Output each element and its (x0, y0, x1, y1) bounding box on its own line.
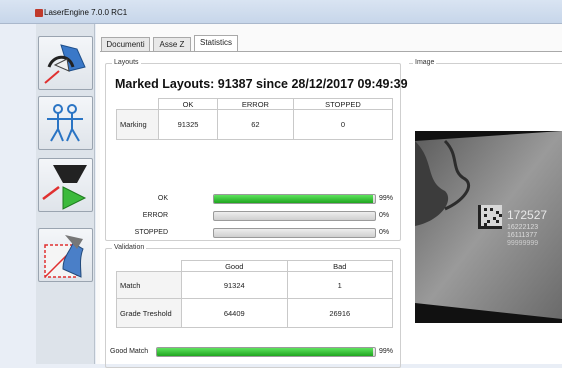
datamatrix-code (478, 205, 502, 229)
marking-stopped-value: 0 (292, 109, 394, 140)
marking-head-button[interactable] (38, 36, 93, 90)
layouts-group: Layouts Marked Layouts: 91387 since 28/1… (105, 59, 408, 241)
grade-bad-value: 26916 (286, 298, 393, 328)
window-title: LaserEngine 7.0.0 RC1 (44, 8, 128, 17)
laser-play-icon (42, 165, 87, 210)
tab-documenti[interactable]: Documenti (101, 37, 150, 51)
progress-bar-ok (213, 194, 376, 204)
code-line-4: 99999999 (507, 240, 538, 247)
bar-label-ok: OK (157, 195, 168, 202)
corner-cell (116, 98, 159, 110)
toolbar (36, 24, 95, 364)
marking-error-value: 62 (217, 109, 294, 140)
laser-start-button[interactable] (38, 158, 93, 212)
camera-image-graphic: 172527 16222123 16111377 99999999 (415, 131, 562, 323)
bar-label-stopped: STOPPED (134, 229, 168, 236)
bar-pct-good-match: 99% (379, 348, 394, 355)
tab-statistics[interactable]: Statistics (194, 35, 238, 51)
layout-editor-icon (44, 235, 84, 278)
grade-good-value: 64409 (181, 298, 288, 328)
bar-label-error: ERROR (142, 212, 168, 219)
row-label-marking: Marking (116, 109, 159, 140)
progress-bar-stopped (213, 228, 376, 238)
left-margin (0, 24, 36, 364)
code-line-3: 16111377 (507, 232, 537, 239)
main-content: Documenti Asse Z Statistics Layouts Mark… (96, 24, 562, 368)
users-button[interactable] (38, 96, 93, 150)
marking-ok-value: 91325 (157, 109, 219, 140)
marking-head-icon (44, 44, 86, 84)
progress-bar-good-match (156, 347, 376, 357)
title-bar: LaserEngine 7.0.0 RC1 (0, 0, 562, 24)
header-good: Good (181, 260, 288, 272)
match-good-value: 91324 (181, 271, 288, 299)
validation-table: Good Bad Match 91324 1 Grade Treshold 64… (116, 260, 393, 328)
validation-legend: Validation (112, 244, 147, 251)
progress-fill-good-match (157, 348, 373, 356)
validation-group: Validation Good Bad Match 91324 1 Grade … (105, 244, 401, 368)
header-ok: OK (157, 98, 219, 110)
app-icon (35, 9, 43, 17)
code-line-2: 16222123 (507, 224, 538, 231)
good-match-label: Good Match (110, 348, 149, 355)
layouts-table: OK ERROR STOPPED Marking 91325 62 0 (116, 98, 394, 140)
image-legend: Image (413, 59, 437, 66)
progress-bar-error (213, 211, 376, 221)
header-bad: Bad (286, 260, 393, 272)
bar-pct-ok: 99% (379, 195, 394, 202)
marked-layouts-title: Marked Layouts: 91387 since 28/12/2017 0… (115, 77, 408, 91)
layouts-legend: Layouts (112, 59, 141, 66)
layout-editor-button[interactable] (38, 228, 93, 282)
header-stopped: STOPPED (292, 98, 394, 110)
users-icon (47, 104, 83, 142)
bar-pct-stopped: 0% (379, 229, 390, 236)
match-bad-value: 1 (286, 271, 393, 299)
row-label-match: Match (116, 271, 182, 299)
tab-asse-z[interactable]: Asse Z (153, 37, 191, 51)
code-line-1: 172527 (507, 208, 547, 222)
corner-cell (116, 260, 182, 272)
header-error: ERROR (217, 98, 294, 110)
row-label-grade-treshold: Grade Treshold (116, 298, 182, 328)
bar-pct-error: 0% (379, 212, 390, 219)
progress-fill-ok (214, 195, 374, 203)
camera-image: 172527 16222123 16111377 99999999 (415, 131, 562, 323)
